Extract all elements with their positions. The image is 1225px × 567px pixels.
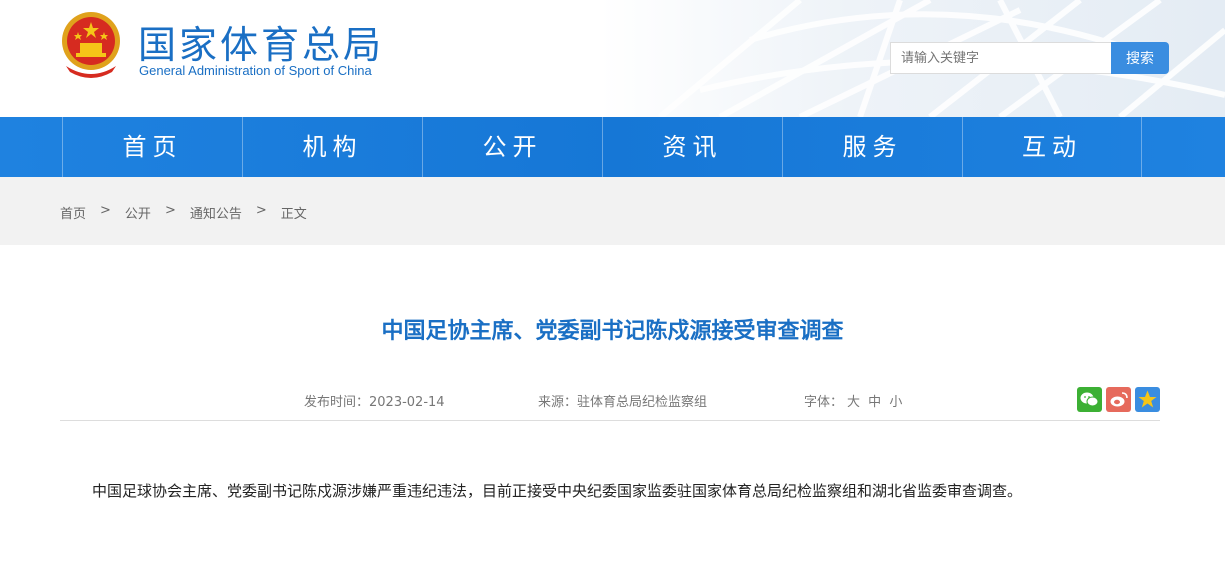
nav-item-interaction[interactable]: 互动 xyxy=(962,117,1142,177)
site-title-english: General Administration of Sport of China xyxy=(139,63,372,78)
weibo-icon[interactable] xyxy=(1106,387,1131,412)
font-size-medium-button[interactable]: 中 xyxy=(868,395,881,410)
article-source: 来源：驻体育总局纪检监察组 xyxy=(538,395,708,410)
wechat-icon[interactable] xyxy=(1077,387,1102,412)
main-nav: 首页 机构 公开 资讯 服务 互动 xyxy=(0,117,1225,177)
nav-item-organization[interactable]: 机构 xyxy=(242,117,422,177)
font-size-controls: 字体：大 中 小 xyxy=(804,391,902,410)
national-emblem-logo xyxy=(62,12,120,78)
font-size-large-button[interactable]: 大 xyxy=(847,395,860,410)
nav-item-news[interactable]: 资讯 xyxy=(602,117,782,177)
article-title: 中国足协主席、党委副书记陈戍源接受审查调查 xyxy=(381,319,844,344)
breadcrumb-separator: > xyxy=(164,203,176,218)
publish-time: 发布时间：2023-02-14 xyxy=(304,395,445,410)
font-size-label: 字体： xyxy=(804,395,844,410)
nav-item-home[interactable]: 首页 xyxy=(62,117,242,177)
site-title-chinese: 国家体育总局 xyxy=(138,23,385,67)
font-size-small-button[interactable]: 小 xyxy=(889,395,902,410)
breadcrumb-separator: > xyxy=(255,203,267,218)
breadcrumb-notices-link[interactable]: 通知公告 xyxy=(190,203,242,222)
breadcrumb-bar: 首页 > 公开 > 通知公告 > 正文 xyxy=(0,177,1225,245)
breadcrumb-separator: > xyxy=(100,203,111,218)
nav-item-services[interactable]: 服务 xyxy=(782,117,962,177)
site-header: 国家体育总局 General Administration of Sport o… xyxy=(0,0,1225,117)
search-input[interactable] xyxy=(890,42,1112,74)
breadcrumb-current: 正文 xyxy=(280,207,307,222)
breadcrumb: 首页 > 公开 > 通知公告 > 正文 xyxy=(60,203,307,222)
breadcrumb-public-link[interactable]: 公开 xyxy=(125,203,151,222)
favorite-star-icon[interactable] xyxy=(1135,387,1160,412)
nav-item-public[interactable]: 公开 xyxy=(422,117,602,177)
article-body: 中国足球协会主席、党委副书记陈戍源涉嫌严重违纪违法，目前正接受中央纪委国家监委驻… xyxy=(92,482,1023,500)
search-button[interactable]: 搜索 xyxy=(1111,42,1169,74)
meta-divider xyxy=(60,420,1160,421)
breadcrumb-home-link[interactable]: 首页 xyxy=(60,203,86,222)
